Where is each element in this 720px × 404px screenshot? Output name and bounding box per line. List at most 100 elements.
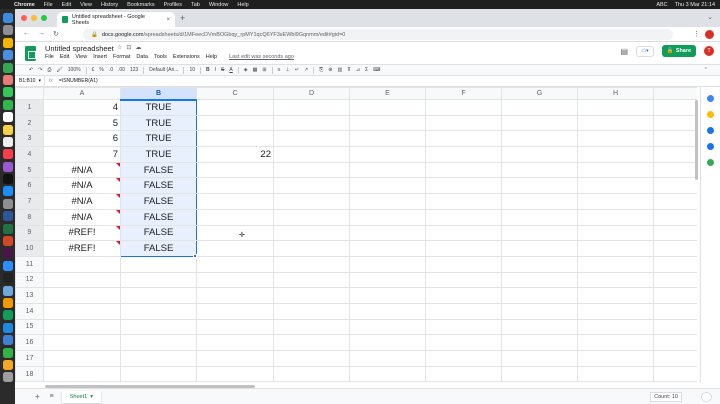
cell[interactable] [653,318,697,336]
move-icon[interactable]: ⊡ [126,44,131,51]
profile-avatar[interactable] [705,30,714,39]
cell[interactable] [196,334,274,351]
menu-help[interactable]: Help [206,54,217,60]
cell[interactable] [349,365,426,383]
cell-c2[interactable] [196,114,274,132]
paint-format-icon[interactable]: 🖌 [56,67,62,73]
cell[interactable] [577,208,654,226]
cell-a9[interactable]: #REF! [43,224,121,242]
last-edit-link[interactable]: Last edit was seconds ago [229,54,294,60]
cell-a10[interactable]: #REF! [43,240,121,257]
cell-b10[interactable]: FALSE [120,240,197,257]
music-icon[interactable] [2,149,13,160]
pages-icon[interactable] [2,359,13,370]
cell[interactable] [577,99,654,116]
menu-data[interactable]: Data [136,54,148,60]
cell[interactable] [349,302,426,320]
cell[interactable] [273,318,350,336]
cell[interactable] [653,208,697,226]
row-header[interactable]: 4 [15,146,44,163]
appstore-icon[interactable] [2,186,13,197]
filter-views-icon[interactable]: ⊿ [356,67,360,73]
menu-file[interactable]: File [45,54,54,60]
document-title[interactable]: Untitled spreadsheet [45,44,114,53]
decrease-decimals-button[interactable]: .0 [109,67,113,73]
cell[interactable] [501,177,578,195]
cell[interactable] [273,208,350,226]
vlc-icon[interactable] [2,297,13,308]
input-source-indicator[interactable]: ABC [656,2,667,8]
cell[interactable] [653,99,697,116]
cell-b1[interactable]: TRUE [120,98,197,116]
percent-format-button[interactable]: % [99,67,103,73]
cell[interactable] [577,240,654,257]
mac-menu-profiles[interactable]: Profiles [164,2,182,8]
cell[interactable] [349,161,426,179]
keynote-icon[interactable] [2,335,13,346]
cell[interactable] [501,208,578,226]
cell[interactable] [577,114,654,132]
menu-edit[interactable]: Edit [60,54,69,60]
cell[interactable] [425,193,502,210]
cell[interactable] [349,193,426,210]
cell[interactable] [273,334,350,351]
cell[interactable] [349,114,426,132]
cell[interactable] [273,350,350,367]
clock[interactable]: Thu 3 Mar 21:14 [675,2,715,8]
horizontal-align-icon[interactable]: ≡ [278,67,281,73]
cell[interactable] [349,350,426,367]
address-bar[interactable]: 🔒 docs.google.com/spreadsheets/d/1MFeecD… [83,29,673,40]
minimize-window-icon[interactable] [31,15,37,21]
mac-menu-tab[interactable]: Tab [191,2,200,8]
cell[interactable] [43,334,121,351]
cell-c3[interactable] [196,130,274,148]
cell-b5[interactable]: FALSE [120,161,197,179]
insert-link-icon[interactable]: ⎘ [319,67,323,73]
cell[interactable] [653,287,697,304]
cell[interactable] [577,287,654,304]
calendar-addon-icon[interactable] [707,95,714,102]
print-icon[interactable]: ⎙ [47,67,51,73]
add-sheet-button[interactable]: + [35,392,40,401]
cell-a8[interactable]: #N/A [43,208,121,226]
cell[interactable] [43,287,121,304]
cell[interactable] [653,271,697,289]
bold-button[interactable]: B [206,67,210,73]
reminders-icon[interactable] [2,136,13,147]
functions-icon[interactable]: Σ [365,67,368,73]
cell-a3[interactable]: 6 [43,130,121,148]
cloud-status-icon[interactable]: ☁ [135,44,141,51]
comment-history-icon[interactable]: ▤ [620,47,628,56]
cell[interactable] [577,193,654,210]
mac-menu-bookmarks[interactable]: Bookmarks [127,2,155,8]
numbers-icon[interactable] [2,347,13,358]
cell[interactable] [425,287,502,304]
cell[interactable] [349,224,426,242]
cell-c1[interactable] [196,99,274,116]
cell[interactable] [120,334,197,351]
mac-menu-window[interactable]: Window [209,2,229,8]
cell[interactable] [577,255,654,273]
mac-menu-view[interactable]: View [80,2,92,8]
column-header-b[interactable]: B [120,87,197,100]
cell-b4[interactable]: TRUE [120,146,197,163]
cell[interactable] [501,114,578,132]
cell[interactable] [577,318,654,336]
cell-a7[interactable]: #N/A [43,193,121,210]
row-header[interactable]: 2 [15,114,44,132]
powerpoint-icon[interactable] [2,236,13,247]
photos-icon[interactable] [2,74,13,85]
row-header[interactable]: 7 [15,193,44,210]
close-window-icon[interactable] [21,15,27,21]
cell[interactable] [349,318,426,336]
fill-color-icon[interactable]: ◈ [244,67,248,73]
terminal-icon[interactable] [2,273,13,284]
tab-search-icon[interactable]: ⌄ [707,13,713,21]
column-header-f[interactable]: F [425,87,502,100]
cell[interactable] [43,271,121,289]
filter-icon[interactable]: ⊽ [347,67,351,73]
row-header[interactable]: 18 [15,365,44,383]
browser-tab-active[interactable]: Untitled spreadsheet - Google Sheets × [57,12,175,27]
row-header[interactable]: 16 [15,334,44,351]
share-button[interactable]: 🔒 Share [662,45,696,57]
